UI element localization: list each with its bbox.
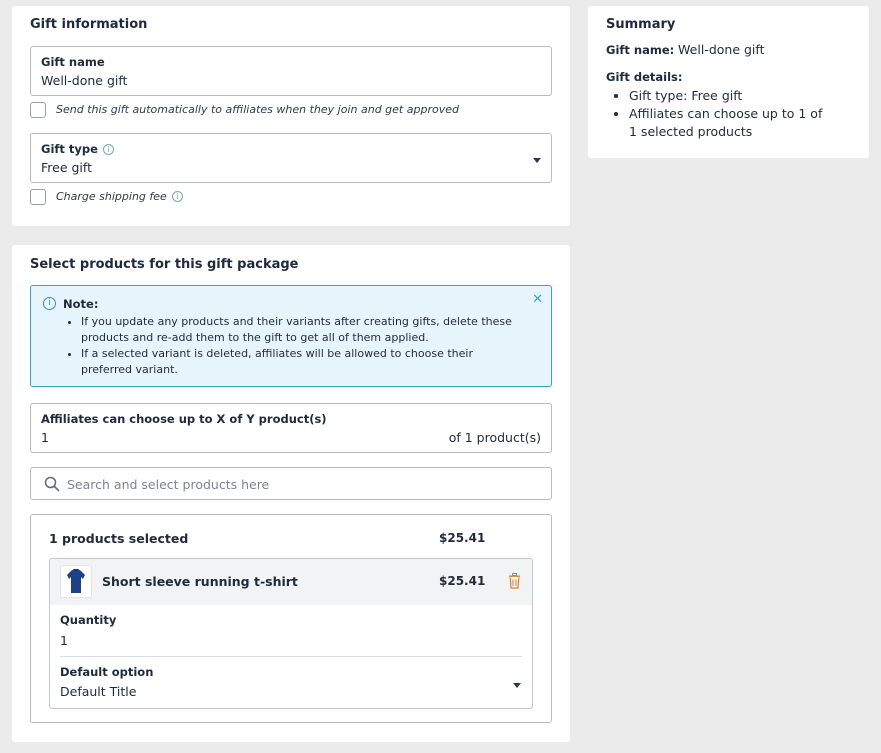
note-title: Note: [63,297,99,311]
product-thumbnail [60,565,92,598]
note-item: If you update any products and their var… [81,314,521,346]
summary-detail-item: Affiliates can choose up to 1 of 1 selec… [629,105,834,141]
chevron-down-icon[interactable] [533,158,541,163]
search-placeholder: Search and select products here [67,477,270,492]
auto-send-checkbox[interactable] [30,102,46,118]
note-item: If a selected variant is deleted, affili… [81,346,521,378]
info-icon[interactable]: i [102,144,114,155]
gift-name-field[interactable]: Gift name Well-done gift [30,46,552,96]
gift-type-select[interactable]: Gift type i Free gift [30,133,552,183]
product-search-input[interactable]: Search and select products here [30,467,552,500]
chevron-down-icon[interactable] [513,683,521,688]
summary-detail-item: Gift type: Free gift [629,87,834,105]
search-icon [44,476,60,492]
summary-gift-name: Gift name: Well-done gift [606,42,764,57]
choose-count-label: Affiliates can choose up to X of Y produ… [41,412,327,426]
choose-count-field[interactable]: Affiliates can choose up to X of Y produ… [30,403,552,453]
note-list: If you update any products and their var… [81,314,521,378]
default-option-select[interactable]: Default Title [60,684,136,699]
gift-information-title: Gift information [30,17,148,32]
info-icon[interactable]: i [171,191,183,202]
selected-count: 1 products selected [49,531,189,546]
summary-gift-name-label: Gift name: [606,43,675,57]
select-products-title: Select products for this gift package [30,257,299,272]
tshirt-icon [67,568,85,593]
gift-name-label: Gift name [41,55,105,69]
summary-title: Summary [606,17,676,32]
quantity-label: Quantity [60,613,117,627]
gift-type-value: Free gift [41,160,92,175]
auto-send-label: Send this gift automatically to affiliat… [56,103,459,116]
gift-name-input[interactable]: Well-done gift [41,73,127,88]
selected-total: $25.41 [439,531,486,545]
divider [60,656,522,657]
gift-type-label-wrap: Gift type i [41,142,114,156]
trash-icon[interactable] [508,573,521,589]
summary-details-list: Gift type: Free gift Affiliates can choo… [614,87,834,141]
note-banner: i Note: ✕ If you update any products and… [30,285,552,387]
choose-count-suffix: of 1 product(s) [448,430,541,445]
quantity-input[interactable]: 1 [60,633,68,648]
product-name: Short sleeve running t-shirt [102,574,298,589]
product-price: $25.41 [439,574,486,588]
choose-count-input[interactable]: 1 [41,430,49,445]
gift-type-label: Gift type [41,142,98,156]
charge-shipping-checkbox[interactable] [30,189,46,205]
close-icon[interactable]: ✕ [532,292,543,307]
default-option-label: Default option [60,665,154,679]
charge-shipping-label-wrap: Charge shipping fee i [56,190,183,203]
info-icon: i [43,297,56,310]
charge-shipping-label: Charge shipping fee [56,190,167,203]
summary-gift-details-label: Gift details: [606,70,683,84]
summary-gift-name-value: Well-done gift [678,42,765,57]
